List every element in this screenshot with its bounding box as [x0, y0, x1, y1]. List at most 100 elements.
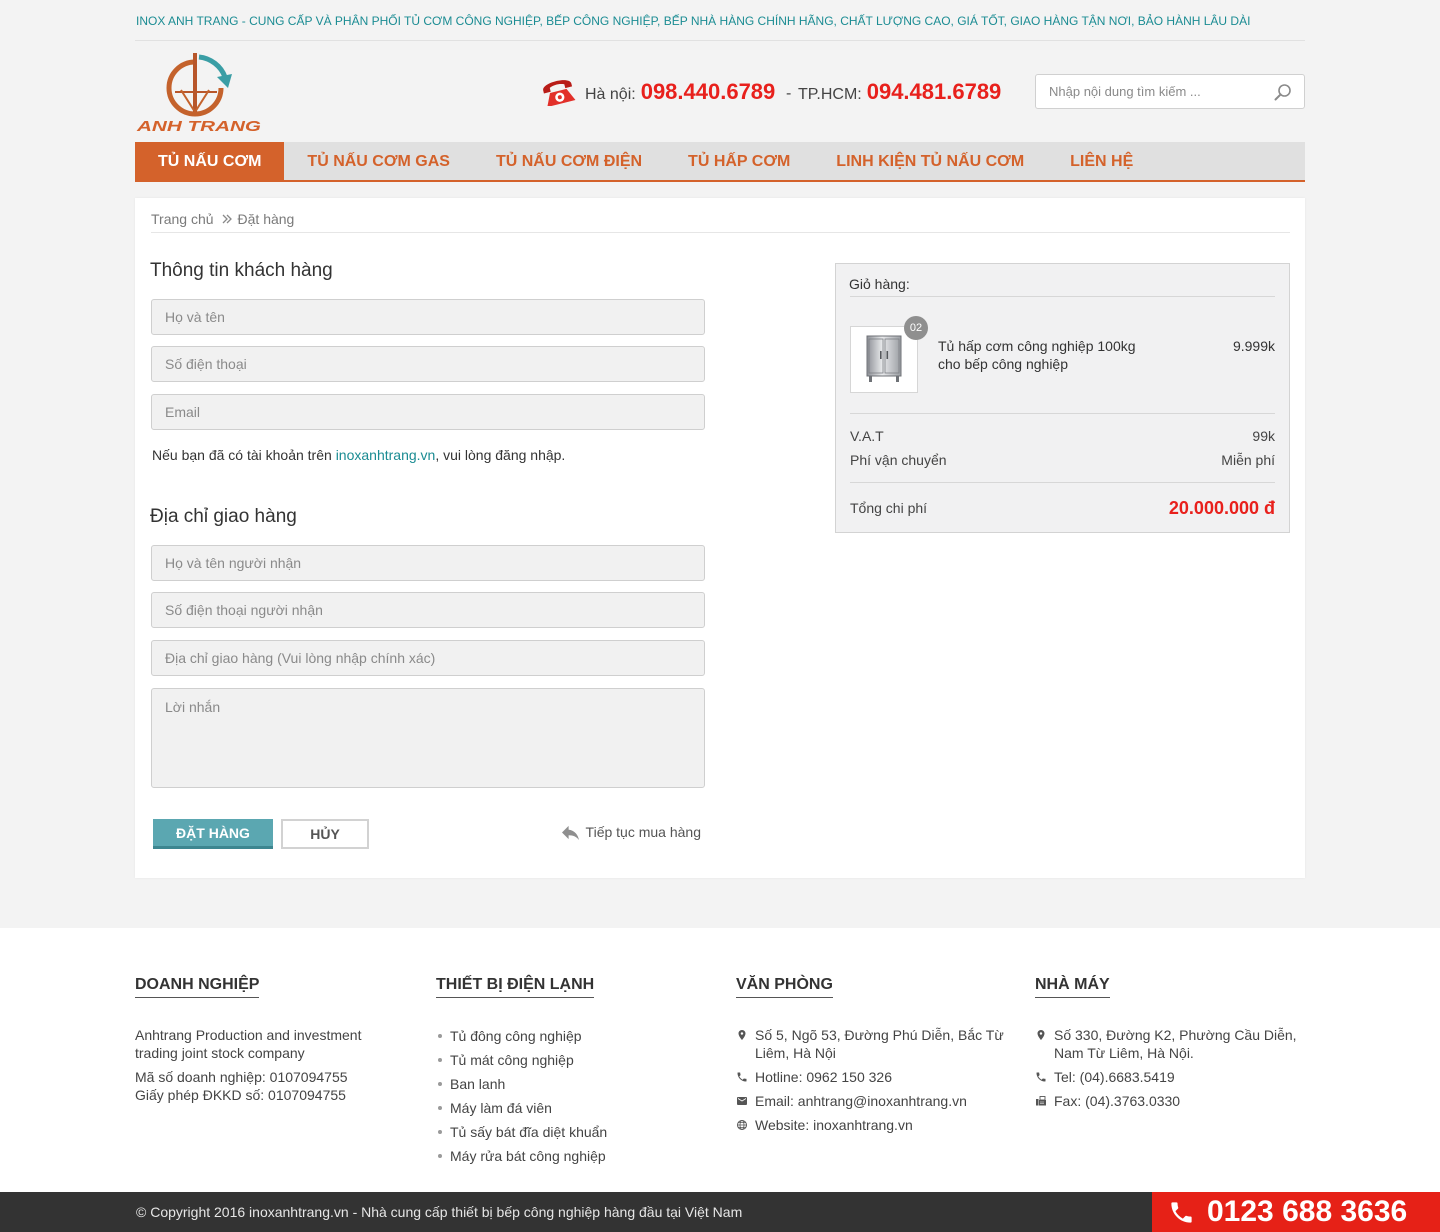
place-order-button[interactable]: ĐẶT HÀNG: [153, 819, 273, 849]
cart-summary: Giỏ hàng: 02 Tủ hấp cơm công nghiệp 100k…: [835, 263, 1290, 533]
breadcrumb-current: Đặt hàng: [237, 211, 295, 227]
anh-trang-logo[interactable]: ANH TRANG: [135, 50, 263, 134]
office-hotline-text: Hotline: 0962 150 326: [755, 1069, 892, 1085]
company-tax-code: Mã số doanh nghiệp: 0107094755: [135, 1069, 348, 1085]
phone-icon: [1036, 1072, 1046, 1082]
factory-address: Số 330, Đường K2, Phường Cầu Diễn, Nam T…: [1035, 1026, 1325, 1062]
office-email-text: Email: anhtrang@inoxanhtrang.vn: [755, 1093, 967, 1109]
cart-title: Giỏ hàng:: [849, 276, 910, 292]
footer-link[interactable]: Tủ mát công nghiệp: [436, 1048, 726, 1072]
hotline-hanoi-label: Hà nội:: [585, 86, 636, 103]
phone-icon: [1171, 1202, 1192, 1223]
globe-icon: [737, 1120, 747, 1130]
footer-company: DOANH NGHIỆP Anhtrang Production and inv…: [135, 975, 435, 1175]
nav-item-tu-nau-com[interactable]: TỦ NẤU CƠM: [135, 142, 285, 180]
company-name: Anhtrang Production and investment tradi…: [135, 1027, 362, 1061]
hotline-hanoi-number: 098.440.6789: [640, 79, 776, 104]
footer-link[interactable]: Máy làm đá viên: [436, 1096, 726, 1120]
hotline-separator: -: [786, 85, 792, 102]
search-icon[interactable]: [1274, 83, 1292, 101]
red-telephone-icon: [543, 80, 576, 106]
reply-arrow-icon: [561, 825, 579, 840]
hotline-call-button[interactable]: 0123 688 3636: [1152, 1192, 1440, 1232]
order-form: Thông tin khách hàng Nếu bạn đã có tài k…: [150, 258, 705, 858]
site-footer: DOANH NGHIỆP Anhtrang Production and inv…: [0, 928, 1440, 1192]
shipping-address-title: Địa chỉ giao hàng: [150, 506, 297, 527]
nav-item-tu-nau-com-dien[interactable]: TỦ NẤU CƠM ĐIỆN: [473, 142, 665, 180]
total-value: 20.000.000 đ: [1168, 498, 1275, 518]
site-tagline: INOX ANH TRANG - CUNG CẤP VÀ PHÂN PHỐI T…: [136, 14, 1251, 28]
footer-link[interactable]: Ban lanh: [436, 1072, 726, 1096]
login-note-before: Nếu bạn đã có tài khoản trên: [152, 447, 336, 463]
map-marker-icon: [1037, 1030, 1045, 1040]
envelope-icon: [737, 1097, 747, 1105]
hotline-hcm-label: TP.HCM:: [798, 86, 862, 103]
login-link[interactable]: inoxanhtrang.vn: [336, 447, 436, 463]
main-nav: TỦ NẤU CƠM TỦ NẤU CƠM GAS TỦ NẤU CƠM ĐIỆ…: [135, 142, 1305, 182]
footer-factory-title: NHÀ MÁY: [1035, 975, 1110, 998]
hotline-hcm-number: 094.481.6789: [866, 79, 1002, 104]
nav-item-tu-hap-com[interactable]: TỦ HẤP CƠM: [665, 142, 813, 180]
double-chevron-right-icon: [222, 214, 232, 224]
nav-item-linh-kien[interactable]: LINH KIỆN TỦ NẤU CƠM: [813, 142, 1047, 180]
customer-email-field[interactable]: [151, 394, 705, 430]
footer-refrigeration-title: THIẾT BỊ ĐIỆN LẠNH: [436, 975, 595, 998]
message-textarea[interactable]: [151, 688, 705, 788]
continue-shopping-label: Tiếp tục mua hàng: [585, 824, 701, 840]
copyright-text: © Copyright 2016 inoxanhtrang.vn - Nhà c…: [136, 1204, 743, 1220]
factory-fax: Fax: (04).3763.0330: [1035, 1092, 1325, 1110]
logo-text: ANH TRANG: [136, 118, 262, 134]
breadcrumb: Trang chủ Đặt hàng: [151, 210, 294, 228]
cart-item-price: 9.999k: [1232, 338, 1275, 354]
customer-phone-field[interactable]: [151, 346, 705, 382]
footer-link[interactable]: Tủ đông công nghiệp: [436, 1024, 726, 1048]
factory-address-text: Số 330, Đường K2, Phường Cầu Diễn, Nam T…: [1054, 1027, 1297, 1061]
customer-info-title: Thông tin khách hàng: [150, 260, 333, 281]
continue-shopping-link[interactable]: Tiếp tục mua hàng: [561, 822, 701, 842]
footer-company-title: DOANH NGHIỆP: [135, 975, 260, 998]
vat-label: V.A.T: [850, 428, 884, 444]
tagline-divider: [135, 40, 1305, 41]
total-label: Tổng chi phí: [850, 500, 928, 516]
office-website: Website: inoxanhtrang.vn: [736, 1116, 1026, 1134]
cart-divider: [850, 413, 1275, 414]
cancel-button[interactable]: HỦY: [281, 819, 369, 849]
cart-item-name[interactable]: Tủ hấp cơm công nghiệp 100kg cho bếp côn…: [938, 337, 1153, 373]
office-address-text: Số 5, Ngõ 53, Đường Phú Diễn, Bắc Từ Liê…: [755, 1027, 1004, 1061]
copyright-bar: © Copyright 2016 inoxanhtrang.vn - Nhà c…: [0, 1192, 1440, 1232]
login-note: Nếu bạn đã có tài khoản trên inoxanhtran…: [152, 445, 565, 465]
office-website-text: Website: inoxanhtrang.vn: [755, 1117, 913, 1133]
search-box: [1035, 74, 1305, 109]
hotline-hanoi: Hà nội: 098.440.6789: [585, 77, 775, 107]
footer-link[interactable]: Tủ sấy bát đĩa diệt khuẩn: [436, 1120, 726, 1144]
shipping-fee-value: Miễn phí: [1221, 452, 1275, 468]
phone-icon: [737, 1072, 747, 1082]
breadcrumb-divider: [151, 232, 1290, 233]
recipient-name-field[interactable]: [151, 545, 705, 581]
hotline-hcm: TP.HCM: 094.481.6789: [798, 77, 1001, 107]
factory-tel-text: Tel: (04).6683.5419: [1054, 1069, 1175, 1085]
customer-name-field[interactable]: [151, 299, 705, 335]
breadcrumb-home[interactable]: Trang chủ: [151, 210, 214, 228]
factory-fax-text: Fax: (04).3763.0330: [1054, 1093, 1181, 1109]
nav-item-lien-he[interactable]: LIÊN HỆ: [1047, 142, 1156, 180]
vat-value: 99k: [1252, 428, 1275, 444]
office-email: Email: anhtrang@inoxanhtrang.vn: [736, 1092, 1026, 1110]
cart-divider: [850, 482, 1275, 483]
nav-item-tu-nau-com-gas[interactable]: TỦ NẤU CƠM GAS: [284, 142, 473, 180]
recipient-phone-field[interactable]: [151, 592, 705, 628]
footer-link[interactable]: Máy rửa bát công nghiệp: [436, 1144, 726, 1168]
footer-office-title: VĂN PHÒNG: [736, 975, 833, 998]
login-note-after: , vui lòng đăng nhập.: [435, 447, 566, 463]
cart-divider: [850, 296, 1275, 297]
office-hotline: Hotline: 0962 150 326: [736, 1068, 1026, 1086]
hotline-call-number: 0123 688 3636: [1207, 1195, 1408, 1228]
footer-office: VĂN PHÒNG Số 5, Ngõ 53, Đường Phú Diễn, …: [736, 975, 1036, 1175]
cart-item-quantity-badge: 02: [904, 316, 928, 340]
shipping-address-field[interactable]: [151, 640, 705, 676]
company-license: Giấy phép ĐKKD số: 0107094755: [135, 1087, 346, 1103]
fax-icon: [1036, 1096, 1046, 1106]
map-marker-icon: [738, 1030, 746, 1040]
search-input[interactable]: [1036, 75, 1264, 108]
footer-factory: NHÀ MÁY Số 330, Đường K2, Phường Cầu Diễ…: [1035, 975, 1335, 1175]
